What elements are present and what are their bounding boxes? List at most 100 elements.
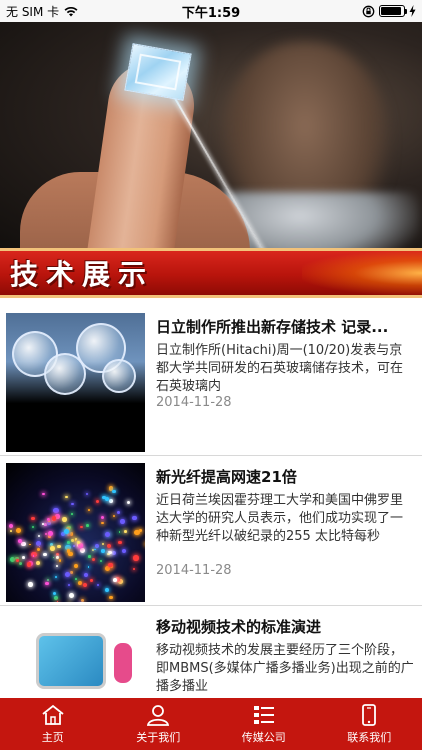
fiber-light-dot: [28, 582, 33, 587]
tab-about[interactable]: 关于我们: [106, 698, 212, 750]
news-date: 2014-11-28: [156, 563, 232, 578]
fiber-light-dot: [65, 495, 68, 499]
fiber-light-dot: [9, 523, 14, 528]
fiber-light-dot: [59, 559, 62, 562]
news-list: 日立制作所推出新存储技术 记录... 日立制作所(Hitachi)周一(10/2…: [0, 306, 422, 698]
tab-bar: 主页 关于我们 传媒公司 联系我们: [0, 698, 422, 750]
hero-chip: [124, 43, 192, 101]
tab-home[interactable]: 主页: [0, 698, 106, 750]
status-right: [282, 5, 422, 18]
fiber-light-dot: [124, 530, 127, 534]
person-illustration: [114, 643, 132, 683]
fiber-light-dot: [78, 580, 82, 585]
fiber-light-dot: [104, 588, 109, 592]
fiber-light-dot: [78, 543, 83, 548]
fiber-light-dot: [18, 561, 22, 566]
fiber-light-dot: [139, 529, 142, 532]
fiber-light-dot: [68, 592, 74, 598]
news-summary: 日立制作所(Hitachi)周一(10/20)发表与京都大学共同研发的石英玻璃储…: [156, 343, 404, 394]
fiber-light-dot: [9, 530, 12, 533]
fiber-light-dot: [86, 493, 89, 496]
fiber-light-dot: [53, 508, 59, 514]
fiber-light-dot: [71, 539, 74, 543]
phone-illustration: [36, 633, 106, 689]
wifi-icon: [64, 6, 78, 17]
fiber-light-dot: [116, 510, 120, 514]
fiber-light-dot: [71, 512, 73, 515]
fiber-light-dot: [64, 571, 70, 577]
fiber-light-dot: [122, 548, 127, 554]
fiber-light-dot: [100, 559, 103, 562]
news-summary: 移动视频技术的发展主要经历了三个阶段，即MBMS(多媒体广播多播业务)出现之前的…: [156, 643, 414, 694]
fiber-light-dot: [101, 521, 104, 525]
fiber-light-dot: [55, 565, 58, 568]
fiber-light-dot: [108, 562, 113, 568]
list-icon: [252, 704, 276, 729]
fiber-light-dot: [62, 517, 67, 522]
news-item[interactable]: 移动视频技术的标准演进 移动视频技术的发展主要经历了三个阶段，即MBMS(多媒体…: [0, 606, 422, 698]
fiber-light-dot: [94, 543, 100, 548]
fiber-light-dot: [45, 581, 49, 586]
news-item[interactable]: 日立制作所推出新存储技术 记录... 日立制作所(Hitachi)周一(10/2…: [0, 306, 422, 456]
fiber-light-dot: [133, 555, 139, 561]
fiber-light-dot: [55, 575, 58, 578]
fiber-light-dot: [93, 548, 96, 551]
fiber-light-dot: [63, 528, 69, 534]
battery-level: [381, 7, 402, 15]
fiber-light-dot: [68, 551, 73, 557]
fiber-light-dot: [88, 508, 91, 511]
fiber-light-dot: [21, 556, 25, 560]
fiber-light-dot: [83, 573, 89, 578]
fiber-light-dot: [118, 541, 122, 545]
fiber-light-dot: [31, 526, 34, 529]
fiber-light-dot: [74, 537, 77, 540]
fiber-light-dot: [97, 583, 100, 587]
fiber-light-dot: [57, 544, 61, 549]
status-time: 下午1:59: [181, 5, 241, 21]
fiber-light-dot: [112, 489, 116, 493]
tab-contact[interactable]: 联系我们: [317, 698, 422, 750]
section-banner: 技术展示: [0, 248, 422, 298]
fiber-light-dot: [42, 522, 44, 525]
status-bar: 无 SIM 卡 下午1:59: [0, 0, 422, 22]
fiber-light-dot: [79, 547, 86, 554]
fiber-light-dot: [15, 558, 20, 562]
fiber-light-dot: [113, 514, 115, 517]
fiber-light-dot: [16, 528, 22, 534]
fiber-light-dot: [50, 546, 55, 551]
fiber-light-dot: [87, 555, 91, 559]
fiber-light-dot: [106, 544, 111, 549]
fiber-light-dot: [9, 556, 15, 562]
fiber-light-dot: [52, 591, 57, 595]
news-title: 移动视频技术的标准演进: [156, 618, 322, 636]
fiber-light-dot: [45, 532, 48, 535]
fiber-light-dot: [109, 498, 113, 503]
fiber-light-dot: [127, 501, 131, 505]
fiber-light-dot: [69, 532, 74, 536]
fiber-light-dot: [73, 563, 79, 569]
fiber-light-dot: [52, 556, 55, 559]
person-icon: [146, 704, 170, 729]
fiber-light-dot: [86, 524, 89, 528]
fiber-light-dot: [109, 595, 113, 599]
fiber-light-dot: [132, 567, 135, 570]
fiber-light-dot: [29, 543, 32, 546]
news-item[interactable]: 新光纤提高网速21倍 近日荷兰埃因霍芬理工大学和美国中佛罗里达大学的研究人员表示…: [0, 456, 422, 606]
fiber-light-dot: [101, 549, 105, 553]
fiber-light-dot: [38, 534, 41, 537]
news-title: 日立制作所推出新存储技术 记录...: [156, 318, 389, 336]
fiber-light-dot: [101, 515, 105, 519]
optical-fiber-image: [6, 463, 145, 602]
fiber-light-dot: [37, 547, 41, 551]
fiber-light-dot: [56, 601, 59, 602]
fiber-light-dot: [82, 582, 87, 587]
hero-banner-image: [0, 22, 422, 248]
fiber-light-dot: [75, 578, 77, 581]
tab-label: 关于我们: [136, 730, 181, 744]
fiber-light-dot: [42, 492, 45, 496]
battery-icon: [379, 5, 407, 17]
carrier-label: 无 SIM 卡: [6, 4, 60, 19]
tab-label: 传媒公司: [241, 730, 286, 744]
tab-media[interactable]: 传媒公司: [211, 698, 317, 750]
fiber-light-dot: [21, 541, 26, 547]
